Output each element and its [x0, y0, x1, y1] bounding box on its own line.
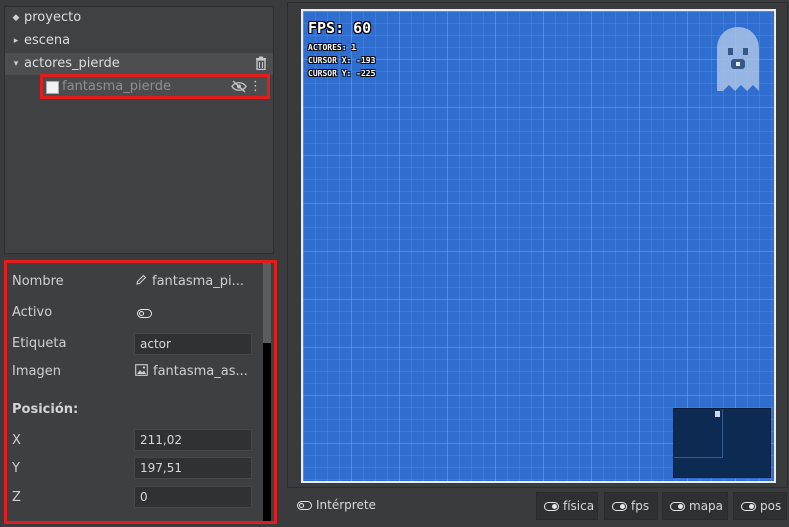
- tree-item-fantasma-pierde[interactable]: fantasma_pierde ⋮: [40, 74, 270, 99]
- tree-item-label: actores_pierde: [24, 56, 120, 71]
- fps-counter: FPS: 60: [308, 19, 372, 37]
- posicion-heading: Posición:: [12, 402, 79, 417]
- interprete-label: Intérprete: [316, 498, 376, 512]
- toggle-on-icon: [544, 502, 559, 511]
- fps-toggle[interactable]: fps: [604, 492, 658, 520]
- image-icon: [135, 364, 148, 376]
- toggle-on-icon: [612, 502, 627, 511]
- tree-item-proyecto[interactable]: ◆ proyecto: [5, 7, 273, 29]
- fisica-label: física: [563, 499, 595, 513]
- diamond-icon: ◆: [12, 13, 20, 23]
- minimap[interactable]: [673, 408, 771, 478]
- more-menu-icon[interactable]: ⋮: [249, 78, 262, 95]
- cursor-y-readout: CURSOR Y: -225: [308, 69, 376, 78]
- mapa-label: mapa: [689, 499, 724, 513]
- minimap-actor-marker: [715, 411, 720, 417]
- mapa-toggle[interactable]: mapa: [662, 492, 728, 520]
- z-label: Z: [12, 490, 21, 505]
- tree-item-label: proyecto: [24, 10, 82, 25]
- pencil-icon: [136, 274, 147, 285]
- pos-toggle[interactable]: pos: [733, 492, 787, 520]
- tree-item-label: fantasma_pierde: [62, 79, 171, 94]
- nombre-text: fantasma_pi...: [152, 274, 245, 289]
- scene-tree: ◆ proyecto ▸ escena ▾ actores_pierde: [4, 6, 274, 254]
- activo-label: Activo: [12, 305, 53, 320]
- fisica-toggle[interactable]: física: [536, 492, 598, 520]
- fps-label: fps: [631, 499, 650, 513]
- tree-item-escena[interactable]: ▸ escena: [5, 30, 273, 52]
- imagen-label: Imagen: [12, 364, 61, 379]
- y-input[interactable]: 197,51: [134, 457, 252, 479]
- x-label: X: [12, 433, 21, 448]
- z-input[interactable]: 0: [134, 486, 252, 508]
- pos-label: pos: [760, 499, 782, 513]
- etiqueta-input[interactable]: actor: [134, 333, 252, 355]
- tree-item-label: escena: [24, 33, 71, 48]
- y-label: Y: [12, 461, 20, 476]
- visibility-checkbox[interactable]: [46, 81, 59, 94]
- tree-item-actores-pierde[interactable]: ▾ actores_pierde: [5, 53, 273, 75]
- activo-toggle[interactable]: [137, 309, 152, 318]
- bottom-toolbar: Intérprete física fps mapa pos: [287, 492, 789, 522]
- toggle-on-icon: [741, 502, 756, 511]
- nombre-value[interactable]: fantasma_pi...: [135, 274, 244, 289]
- scrollbar-thumb[interactable]: [263, 263, 271, 343]
- imagen-text: fantasma_as...: [153, 364, 248, 379]
- nombre-label: Nombre: [12, 274, 64, 289]
- etiqueta-label: Etiqueta: [12, 336, 67, 351]
- imagen-value[interactable]: fantasma_as...: [135, 364, 248, 379]
- actors-counter: ACTORES: 1: [308, 43, 357, 52]
- left-sidebar: ◆ proyecto ▸ escena ▾ actores_pierde fan…: [0, 0, 278, 527]
- game-canvas[interactable]: FPS: 60 ACTORES: 1 CURSOR X: -193 CURSOR…: [301, 9, 776, 483]
- chevron-down-icon: ▾: [13, 59, 19, 69]
- x-input[interactable]: 211,02: [134, 429, 252, 451]
- properties-panel: Nombre fantasma_pi... Activo Etiqueta ac…: [4, 260, 277, 524]
- toggle-on-icon: [670, 502, 685, 511]
- trash-icon[interactable]: [255, 56, 267, 70]
- toggle-off-icon: [297, 501, 312, 510]
- ghost-sprite[interactable]: [714, 25, 762, 95]
- cursor-x-readout: CURSOR X: -193: [308, 56, 376, 65]
- chevron-right-icon: ▸: [13, 36, 19, 46]
- interprete-button[interactable]: Intérprete: [289, 492, 387, 520]
- eye-off-icon[interactable]: [231, 80, 247, 93]
